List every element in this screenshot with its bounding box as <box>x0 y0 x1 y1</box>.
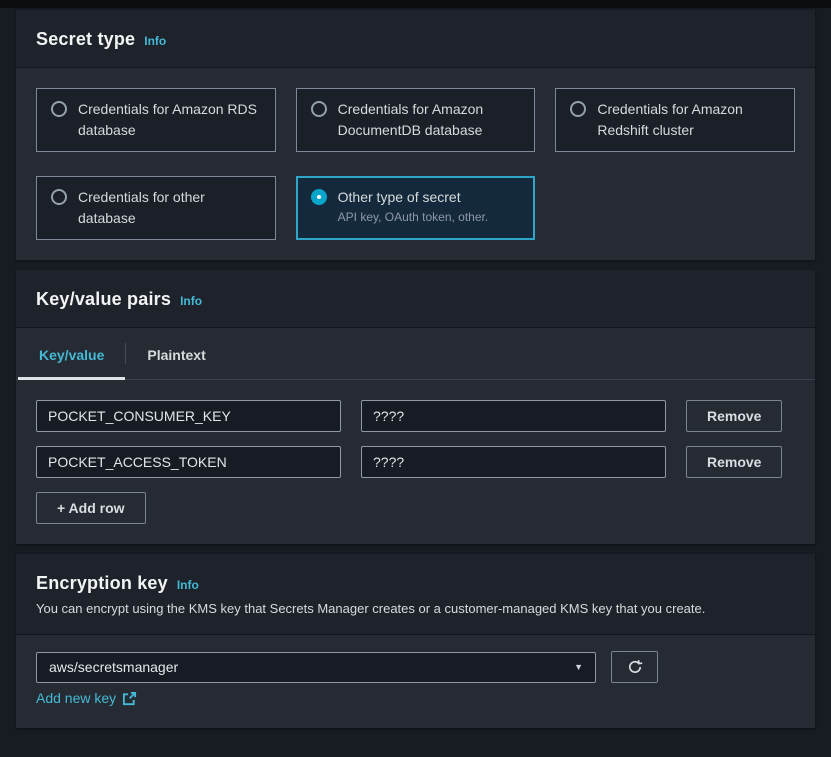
kms-key-select[interactable]: aws/secretsmanager ▼ <box>36 652 596 683</box>
option-credentials-redshift[interactable]: Credentials for Amazon Redshift cluster <box>555 88 795 152</box>
secret-type-options: Credentials for Amazon RDS database Cred… <box>16 68 815 260</box>
encryption-key-header: Encryption key Info You can encrypt usin… <box>16 554 815 635</box>
tab-plaintext[interactable]: Plaintext <box>126 328 226 379</box>
option-label: Credentials for Amazon RDS database <box>78 99 261 141</box>
encryption-key-controls: aws/secretsmanager ▼ Add new key <box>16 635 815 728</box>
key-value-pairs-header: Key/value pairs Info <box>16 270 815 328</box>
encryption-key-section: Encryption key Info You can encrypt usin… <box>16 554 815 728</box>
radio-unselected-icon <box>311 101 327 117</box>
remove-row-button-2[interactable]: Remove <box>686 446 782 478</box>
secret-value-input-1[interactable] <box>361 400 666 432</box>
option-label: Credentials for other database <box>78 187 261 229</box>
encryption-key-info-link[interactable]: Info <box>177 578 199 592</box>
secret-key-input-1[interactable] <box>36 400 341 432</box>
caret-down-icon: ▼ <box>574 663 583 672</box>
refresh-icon <box>627 659 643 675</box>
secret-value-input-2[interactable] <box>361 446 666 478</box>
encryption-key-title: Encryption key <box>36 573 168 594</box>
create-secret-form: Secret type Info Credentials for Amazon … <box>0 8 831 728</box>
option-other-type-of-secret[interactable]: Other type of secret API key, OAuth toke… <box>296 176 536 240</box>
option-label: Credentials for Amazon Redshift cluster <box>597 99 780 141</box>
secret-type-info-link[interactable]: Info <box>144 34 166 48</box>
refresh-keys-button[interactable] <box>611 651 658 683</box>
encryption-key-description: You can encrypt using the KMS key that S… <box>36 601 795 617</box>
top-divider <box>0 0 831 8</box>
option-credentials-other-database[interactable]: Credentials for other database <box>36 176 276 240</box>
key-value-tabs: Key/value Plaintext <box>16 328 815 380</box>
radio-unselected-icon <box>570 101 586 117</box>
key-value-pairs-info-link[interactable]: Info <box>180 294 202 308</box>
secret-key-input-2[interactable] <box>36 446 341 478</box>
add-new-key-label: Add new key <box>36 690 116 706</box>
external-link-icon <box>122 691 137 706</box>
add-new-key-link[interactable]: Add new key <box>36 690 137 706</box>
tab-key-value[interactable]: Key/value <box>18 328 125 379</box>
option-credentials-documentdb[interactable]: Credentials for Amazon DocumentDB databa… <box>296 88 536 152</box>
radio-selected-icon <box>311 189 327 205</box>
add-row-button[interactable]: + Add row <box>36 492 146 524</box>
kms-key-selected-value: aws/secretsmanager <box>49 659 178 675</box>
option-credentials-rds[interactable]: Credentials for Amazon RDS database <box>36 88 276 152</box>
remove-row-button-1[interactable]: Remove <box>686 400 782 432</box>
secret-type-title: Secret type <box>36 29 135 50</box>
key-value-pairs-section: Key/value pairs Info Key/value Plaintext… <box>16 270 815 544</box>
option-description: API key, OAuth token, other. <box>338 209 489 226</box>
secret-type-header: Secret type Info <box>16 10 815 68</box>
key-value-editor: Remove Remove + Add row <box>16 380 815 544</box>
radio-unselected-icon <box>51 189 67 205</box>
option-label: Credentials for Amazon DocumentDB databa… <box>338 99 521 141</box>
option-label: Other type of secret <box>338 187 489 208</box>
radio-unselected-icon <box>51 101 67 117</box>
key-value-pairs-title: Key/value pairs <box>36 289 171 310</box>
secret-type-section: Secret type Info Credentials for Amazon … <box>16 10 815 260</box>
